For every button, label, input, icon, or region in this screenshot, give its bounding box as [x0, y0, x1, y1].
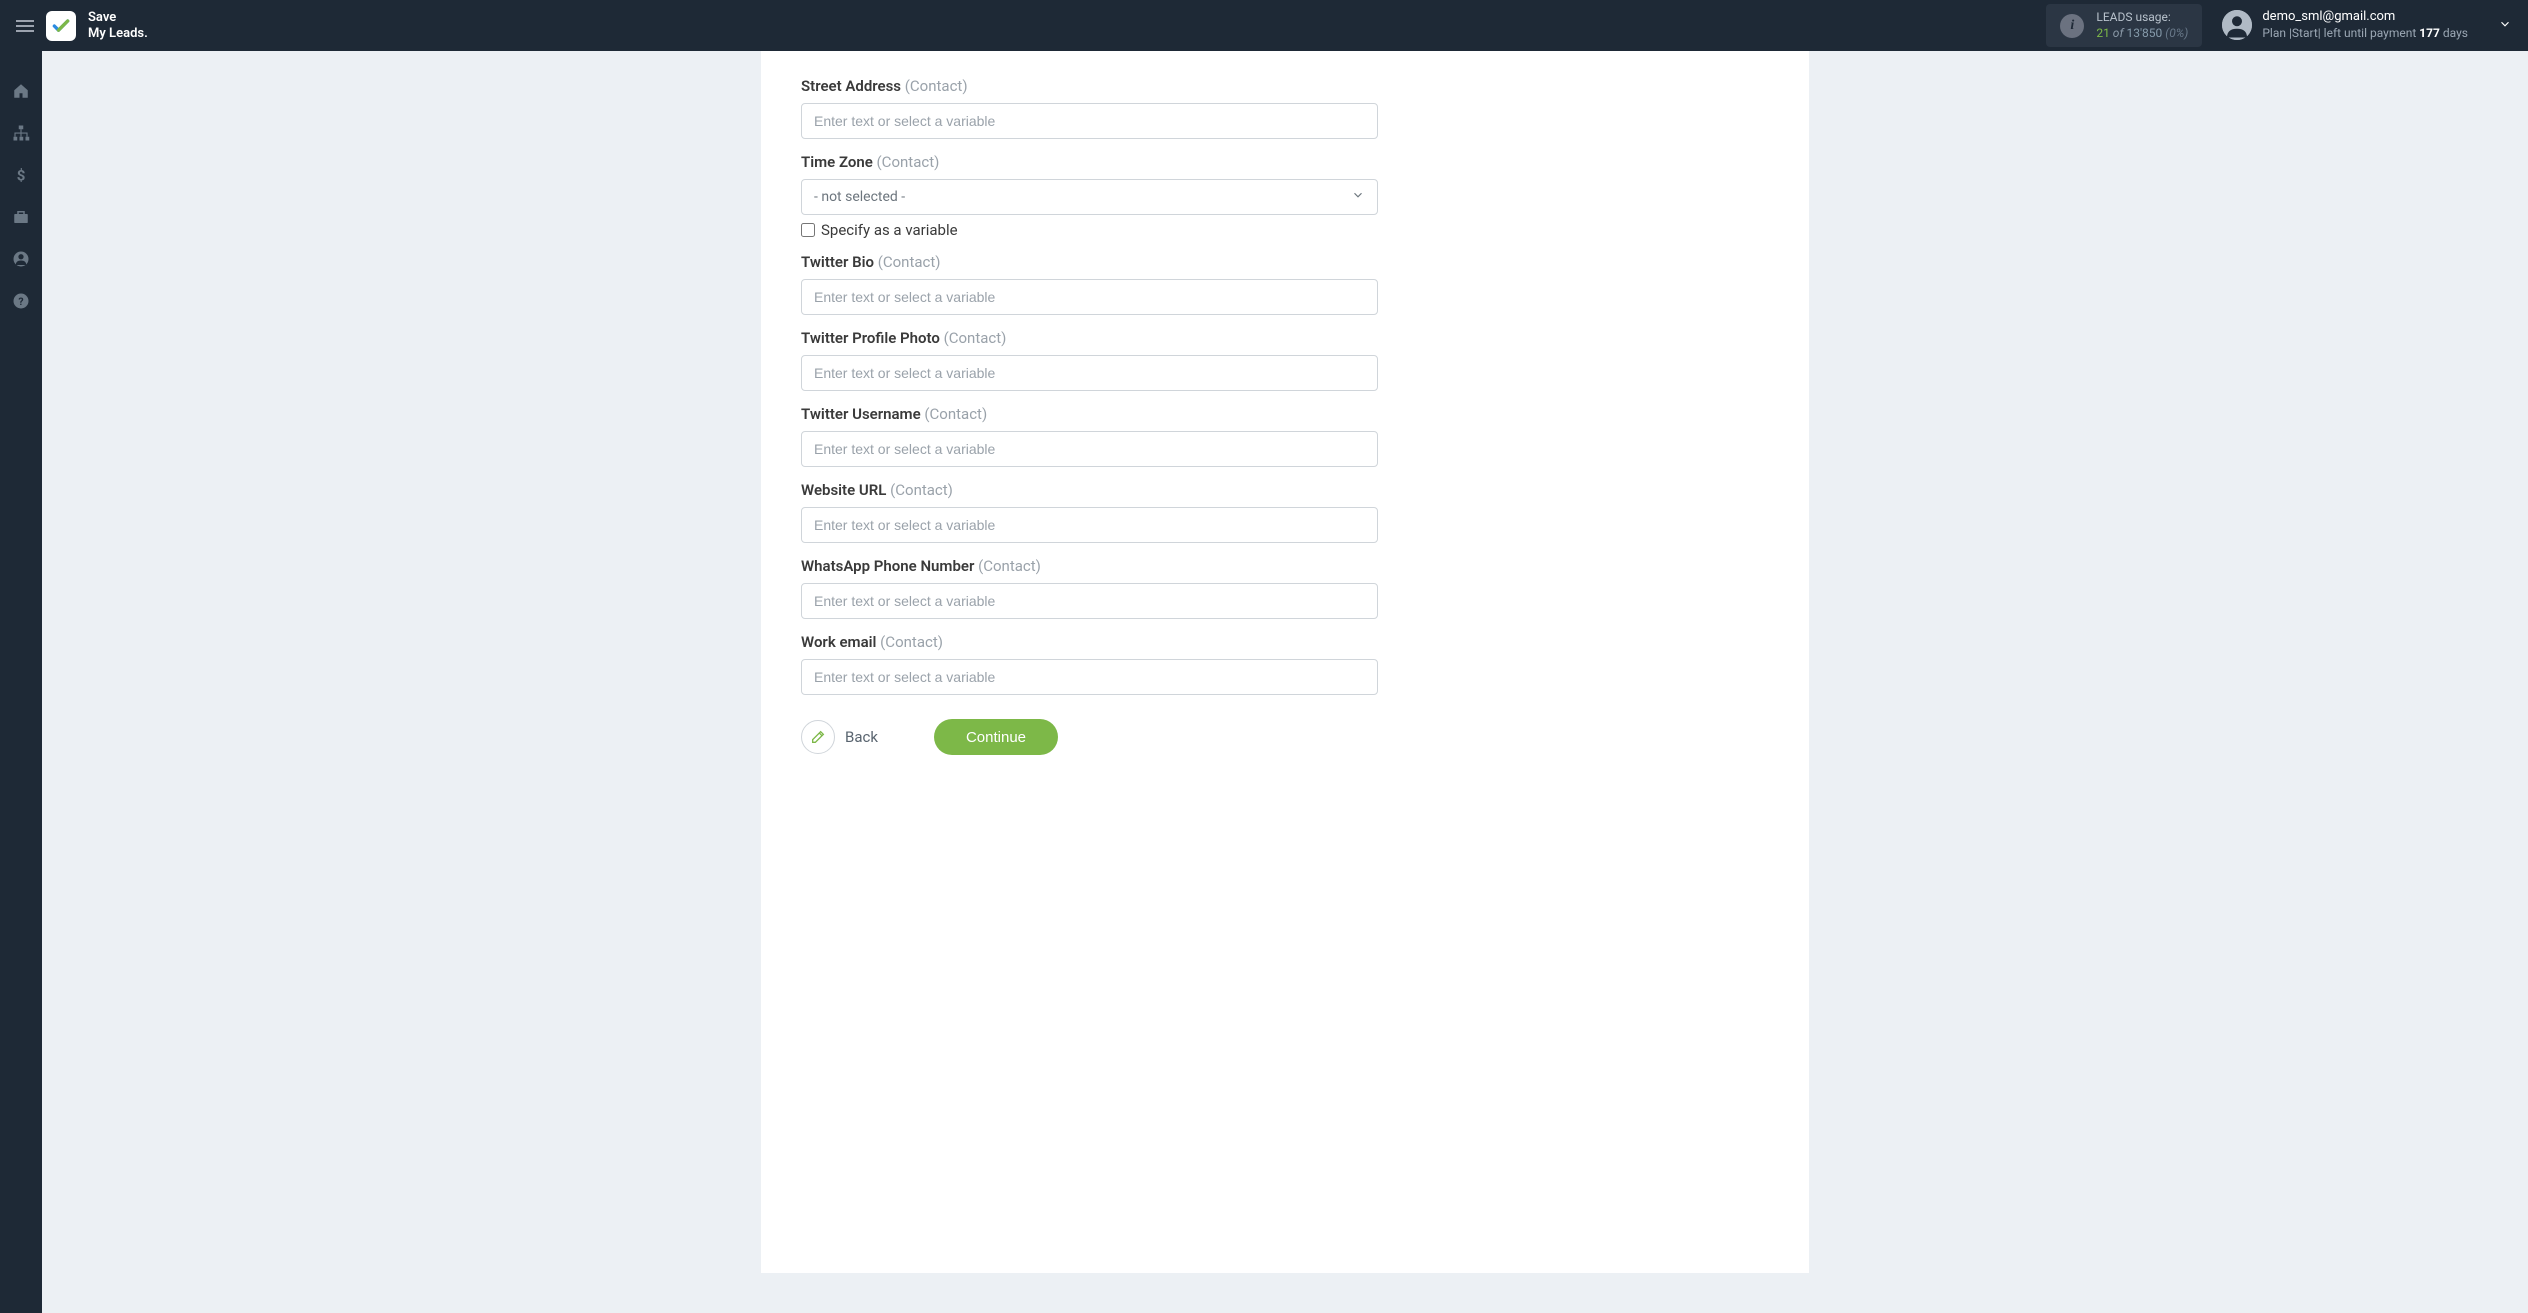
sitemap-icon[interactable] [11, 123, 31, 143]
dollar-icon[interactable]: $ [11, 165, 31, 185]
label-suffix: (Contact) [905, 77, 968, 95]
field-twitter-bio: Twitter Bio (Contact) [801, 253, 1769, 315]
briefcase-icon[interactable] [11, 207, 31, 227]
field-label: Street Address (Contact) [801, 77, 1769, 95]
plan-prefix: Plan |Start| left until payment [2262, 26, 2419, 40]
leads-usage-values: 21 of 13'850 (0%) [2096, 26, 2188, 42]
chevron-down-icon [1351, 188, 1365, 206]
field-label: WhatsApp Phone Number (Contact) [801, 557, 1769, 575]
label-suffix: (Contact) [880, 633, 943, 651]
label-text: Street Address [801, 77, 901, 95]
user-plan: Plan |Start| left until payment 177 days [2262, 26, 2468, 42]
main-content: Street Address (Contact) Time Zone (Cont… [42, 51, 2528, 1313]
field-work-email: Work email (Contact) [801, 633, 1769, 695]
user-email: demo_sml@gmail.com [2262, 9, 2468, 26]
app-logo-icon[interactable] [46, 11, 76, 41]
leads-usage-label: LEADS usage: [2096, 10, 2188, 26]
user-icon[interactable] [11, 249, 31, 269]
help-icon[interactable]: ? [11, 291, 31, 311]
field-twitter-profile-photo: Twitter Profile Photo (Contact) [801, 329, 1769, 391]
select-value: - not selected - [814, 189, 905, 205]
user-text: demo_sml@gmail.com Plan |Start| left unt… [2262, 9, 2468, 41]
hamburger-menu-icon[interactable] [16, 20, 34, 32]
specify-variable-checkbox[interactable] [801, 223, 815, 237]
label-text: Twitter Username [801, 405, 921, 423]
svg-text:$: $ [17, 166, 26, 184]
svg-text:?: ? [18, 295, 23, 308]
specify-variable-label: Specify as a variable [821, 221, 958, 239]
field-whatsapp-phone: WhatsApp Phone Number (Contact) [801, 557, 1769, 619]
label-suffix: (Contact) [978, 557, 1041, 575]
leads-pct: (0%) [2162, 26, 2188, 40]
leads-total: 13'850 [2126, 26, 2162, 40]
whatsapp-phone-input[interactable] [801, 583, 1378, 619]
field-label: Time Zone (Contact) [801, 153, 1769, 171]
label-text: Website URL [801, 481, 886, 499]
field-label: Twitter Bio (Contact) [801, 253, 1769, 271]
back-button[interactable]: Back [801, 720, 878, 754]
label-text: Twitter Bio [801, 253, 874, 271]
leads-usage-badge[interactable]: i LEADS usage: 21 of 13'850 (0%) [2046, 4, 2202, 47]
field-label: Website URL (Contact) [801, 481, 1769, 499]
twitter-username-input[interactable] [801, 431, 1378, 467]
chevron-down-icon[interactable] [2498, 16, 2512, 35]
label-text: Twitter Profile Photo [801, 329, 940, 347]
work-email-input[interactable] [801, 659, 1378, 695]
sidebar: $ ? [0, 51, 42, 1313]
info-icon: i [2060, 14, 2084, 38]
home-icon[interactable] [11, 81, 31, 101]
logo-line-2: My Leads. [88, 26, 148, 42]
field-label: Twitter Username (Contact) [801, 405, 1769, 423]
website-url-input[interactable] [801, 507, 1378, 543]
twitter-bio-input[interactable] [801, 279, 1378, 315]
leads-current: 21 [2096, 26, 2110, 40]
specify-variable-row: Specify as a variable [801, 221, 1769, 239]
time-zone-select[interactable]: - not selected - [801, 179, 1378, 215]
leads-usage-text: LEADS usage: 21 of 13'850 (0%) [2096, 10, 2188, 41]
continue-button[interactable]: Continue [934, 719, 1058, 755]
pencil-icon [801, 720, 835, 754]
label-suffix: (Contact) [924, 405, 987, 423]
app-logo-text: Save My Leads. [88, 10, 148, 41]
back-label: Back [845, 728, 878, 746]
street-address-input[interactable] [801, 103, 1378, 139]
avatar-icon [2222, 10, 2252, 40]
field-street-address: Street Address (Contact) [801, 51, 1769, 139]
button-row: Back Continue [801, 719, 1769, 755]
label-text: Time Zone [801, 153, 873, 171]
label-text: WhatsApp Phone Number [801, 557, 974, 575]
header-right: i LEADS usage: 21 of 13'850 (0%) demo_sm… [2046, 4, 2512, 47]
label-suffix: (Contact) [878, 253, 941, 271]
twitter-profile-photo-input[interactable] [801, 355, 1378, 391]
leads-of: of [2110, 26, 2127, 40]
header-left: Save My Leads. [16, 10, 148, 41]
label-suffix: (Contact) [877, 153, 940, 171]
user-info[interactable]: demo_sml@gmail.com Plan |Start| left unt… [2222, 9, 2468, 41]
label-text: Work email [801, 633, 876, 651]
form-card: Street Address (Contact) Time Zone (Cont… [761, 51, 1809, 1273]
field-website-url: Website URL (Contact) [801, 481, 1769, 543]
field-time-zone: Time Zone (Contact) - not selected - Spe… [801, 153, 1769, 239]
plan-days: 177 [2419, 26, 2440, 40]
plan-suffix: days [2440, 26, 2468, 40]
logo-line-1: Save [88, 10, 148, 26]
field-label: Twitter Profile Photo (Contact) [801, 329, 1769, 347]
field-label: Work email (Contact) [801, 633, 1769, 651]
label-suffix: (Contact) [944, 329, 1007, 347]
top-header: Save My Leads. i LEADS usage: 21 of 13'8… [0, 0, 2528, 51]
field-twitter-username: Twitter Username (Contact) [801, 405, 1769, 467]
label-suffix: (Contact) [890, 481, 953, 499]
